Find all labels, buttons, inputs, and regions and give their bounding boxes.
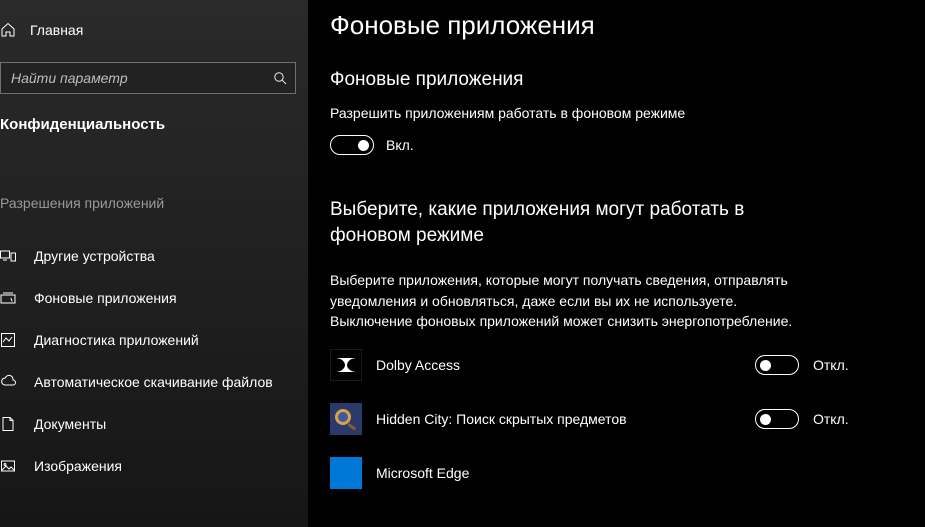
nav-home[interactable]: Главная: [0, 12, 308, 48]
master-toggle[interactable]: [330, 135, 374, 155]
app-toggle-label: Откл.: [813, 411, 849, 427]
master-toggle-row: Вкл.: [330, 135, 885, 155]
app-name: Hidden City: Поиск скрытых предметов: [376, 411, 755, 427]
main-content: Фоновые приложения Фоновые приложения Ра…: [308, 0, 925, 527]
diagnostics-icon: [0, 332, 16, 348]
cloud-download-icon: [0, 374, 16, 390]
sidebar-item-other-devices[interactable]: Другие устройства: [0, 235, 308, 277]
sidebar: Главная Конфиденциальность Разрешения пр…: [0, 0, 308, 527]
search-input[interactable]: [11, 70, 273, 86]
app-name: Dolby Access: [376, 357, 755, 373]
search-icon: [273, 71, 287, 85]
background-apps-icon: [0, 290, 16, 306]
app-row-hidden-city: Hidden City: Поиск скрытых предметов Отк…: [330, 403, 885, 435]
app-icon-hidden-city: [330, 403, 362, 435]
sidebar-item-documents[interactable]: Документы: [0, 403, 308, 445]
app-name: Microsoft Edge: [376, 465, 755, 481]
sidebar-item-app-diagnostics[interactable]: Диагностика приложений: [0, 319, 308, 361]
app-toggle-label: Откл.: [813, 357, 849, 373]
app-icon-edge: [330, 457, 362, 489]
sidebar-item-label: Документы: [34, 416, 106, 432]
sidebar-item-background-apps[interactable]: Фоновые приложения: [0, 277, 308, 319]
home-icon: [0, 22, 16, 38]
category-label: Конфиденциальность: [0, 116, 308, 143]
app-row-edge: Microsoft Edge: [330, 457, 885, 489]
nav-home-label: Главная: [30, 22, 83, 38]
sidebar-item-label: Фоновые приложения: [34, 290, 177, 306]
document-icon: [0, 416, 16, 432]
section1-desc: Разрешить приложениям работать в фоновом…: [330, 105, 885, 121]
sidebar-item-label: Диагностика приложений: [34, 332, 199, 348]
sidebar-nav: Другие устройства Фоновые приложения Диа…: [0, 235, 308, 487]
devices-icon: [0, 248, 16, 264]
app-list: Dolby Access Откл. Hidden City: Поиск ск…: [330, 349, 885, 489]
search-input-wrap[interactable]: [0, 62, 296, 94]
section1-title: Фоновые приложения: [330, 69, 885, 91]
master-toggle-label: Вкл.: [386, 137, 414, 153]
section2-desc: Выберите приложения, которые могут получ…: [330, 270, 800, 331]
sidebar-item-label: Автоматическое скачивание файлов: [34, 374, 273, 390]
pictures-icon: [0, 458, 16, 474]
app-row-dolby: Dolby Access Откл.: [330, 349, 885, 381]
page-title: Фоновые приложения: [330, 10, 885, 41]
app-icon-dolby: [330, 349, 362, 381]
app-toggle-dolby[interactable]: [755, 355, 799, 375]
sidebar-item-pictures[interactable]: Изображения: [0, 445, 308, 487]
section-label: Разрешения приложений: [0, 195, 308, 221]
sidebar-item-auto-downloads[interactable]: Автоматическое скачивание файлов: [0, 361, 308, 403]
app-toggle-hidden-city[interactable]: [755, 409, 799, 429]
sidebar-item-label: Другие устройства: [34, 248, 155, 264]
sidebar-item-label: Изображения: [34, 458, 122, 474]
section2-title: Выберите, какие приложения могут работат…: [330, 197, 800, 248]
